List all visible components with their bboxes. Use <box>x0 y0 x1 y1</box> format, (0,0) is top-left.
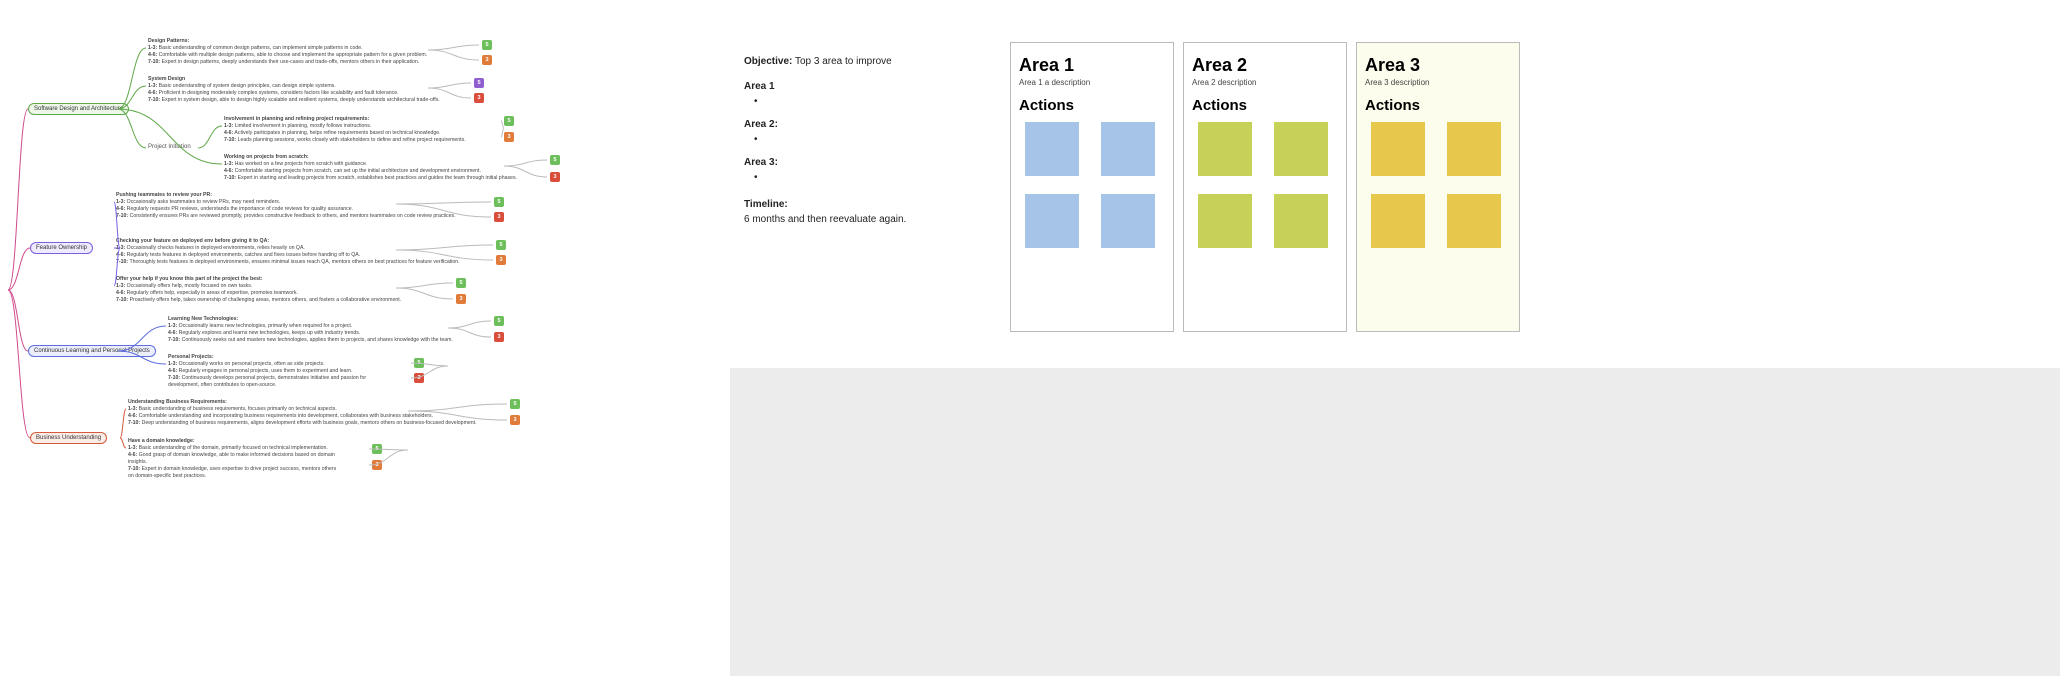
sticky-note[interactable] <box>1198 194 1252 248</box>
skill-detail: Understanding Business Requirements:1-3:… <box>128 399 488 427</box>
score-badge[interactable]: 3 <box>456 294 466 304</box>
skill-detail: System Design1-3: Basic understanding of… <box>148 76 508 104</box>
timeline-label: Timeline: <box>744 199 788 210</box>
objective-text: Top 3 area to improve <box>795 56 892 67</box>
category-continuous-learning[interactable]: Continuous Learning and Personal Project… <box>28 345 156 357</box>
sticky-note[interactable] <box>1198 122 1252 176</box>
sticky-note[interactable] <box>1371 194 1425 248</box>
skill-detail: Involvement in planning and refining pro… <box>224 116 584 144</box>
area-card-3[interactable]: Area 3 Area 3 description Actions <box>1356 42 1520 332</box>
skill-detail: Checking your feature on deployed env be… <box>116 238 476 266</box>
score-badge[interactable]: 3 <box>482 55 492 65</box>
gray-area <box>730 368 2060 676</box>
score-badge[interactable]: 5 <box>510 399 520 409</box>
score-badge[interactable]: 5 <box>494 197 504 207</box>
score-badge[interactable]: 3 <box>494 332 504 342</box>
score-badge[interactable]: 5 <box>494 316 504 326</box>
sticky-note[interactable] <box>1447 194 1501 248</box>
card2-title: Area 2 <box>1192 55 1338 76</box>
card2-actions: Actions <box>1192 97 1338 114</box>
card2-desc: Area 2 description <box>1192 78 1338 87</box>
whiteboard-panel: Objective: Top 3 area to improve Area 1 … <box>730 0 2060 368</box>
area-card-1[interactable]: Area 1 Area 1 a description Actions <box>1010 42 1174 332</box>
skill-detail: Design Patterns:1-3: Basic understanding… <box>148 38 508 66</box>
sticky-note[interactable] <box>1274 194 1328 248</box>
score-badge[interactable]: 3 <box>550 172 560 182</box>
skill-detail: Personal Projects:1-3: Occasionally work… <box>168 354 528 389</box>
area3-bullet: • <box>754 170 906 185</box>
sticky-note[interactable] <box>1025 122 1079 176</box>
subcategory: Project Initiation <box>148 144 191 150</box>
area2-label: Area 2: <box>744 119 778 130</box>
objective-block: Objective: Top 3 area to improve Area 1 … <box>744 54 906 227</box>
sticky-note[interactable] <box>1274 122 1328 176</box>
area1-bullet: • <box>754 94 906 109</box>
score-badge[interactable]: 3 <box>496 255 506 265</box>
card3-actions: Actions <box>1365 97 1511 114</box>
skill-detail: Working on projects from scratch:1-3: Ha… <box>224 154 584 182</box>
score-badge[interactable]: 5 <box>414 358 424 368</box>
score-badge[interactable]: 5 <box>496 240 506 250</box>
score-badge[interactable]: 3 <box>414 373 424 383</box>
timeline-text: 6 months and then reevaluate again. <box>744 212 906 227</box>
mindmap-panel: Software Design and Architecture Design P… <box>0 0 730 676</box>
card1-title: Area 1 <box>1019 55 1165 76</box>
category-feature-ownership[interactable]: Feature Ownership <box>30 242 93 254</box>
card1-desc: Area 1 a description <box>1019 78 1165 87</box>
score-badge[interactable]: 3 <box>474 93 484 103</box>
category-software-design[interactable]: Software Design and Architecture <box>28 103 129 115</box>
objective-label: Objective: <box>744 56 792 67</box>
score-badge[interactable]: 5 <box>372 444 382 454</box>
score-badge[interactable]: 3 <box>372 460 382 470</box>
skill-detail: Pushing teammates to review your PR:1-3:… <box>116 192 476 220</box>
skill-detail: Learning New Technologies:1-3: Occasiona… <box>168 316 528 344</box>
category-business-understanding[interactable]: Business Understanding <box>30 432 107 444</box>
skill-detail: Have a domain knowledge:1-3: Basic under… <box>128 438 488 480</box>
score-badge[interactable]: 5 <box>482 40 492 50</box>
score-badge[interactable]: 5 <box>456 278 466 288</box>
score-badge[interactable]: 3 <box>494 212 504 222</box>
score-badge[interactable]: 5 <box>504 116 514 126</box>
skill-detail: Offer your help if you know this part of… <box>116 276 476 304</box>
score-badge[interactable]: 5 <box>550 155 560 165</box>
sticky-note[interactable] <box>1447 122 1501 176</box>
area-card-2[interactable]: Area 2 Area 2 description Actions <box>1183 42 1347 332</box>
sticky-note[interactable] <box>1371 122 1425 176</box>
score-badge[interactable]: 5 <box>474 78 484 88</box>
card1-actions: Actions <box>1019 97 1165 114</box>
score-badge[interactable]: 3 <box>504 132 514 142</box>
area2-bullet: • <box>754 132 906 147</box>
card3-title: Area 3 <box>1365 55 1511 76</box>
card3-desc: Area 3 description <box>1365 78 1511 87</box>
score-badge[interactable]: 3 <box>510 415 520 425</box>
sticky-note[interactable] <box>1025 194 1079 248</box>
sticky-note[interactable] <box>1101 194 1155 248</box>
area3-label: Area 3: <box>744 157 778 168</box>
area1-label: Area 1 <box>744 81 775 92</box>
sticky-note[interactable] <box>1101 122 1155 176</box>
